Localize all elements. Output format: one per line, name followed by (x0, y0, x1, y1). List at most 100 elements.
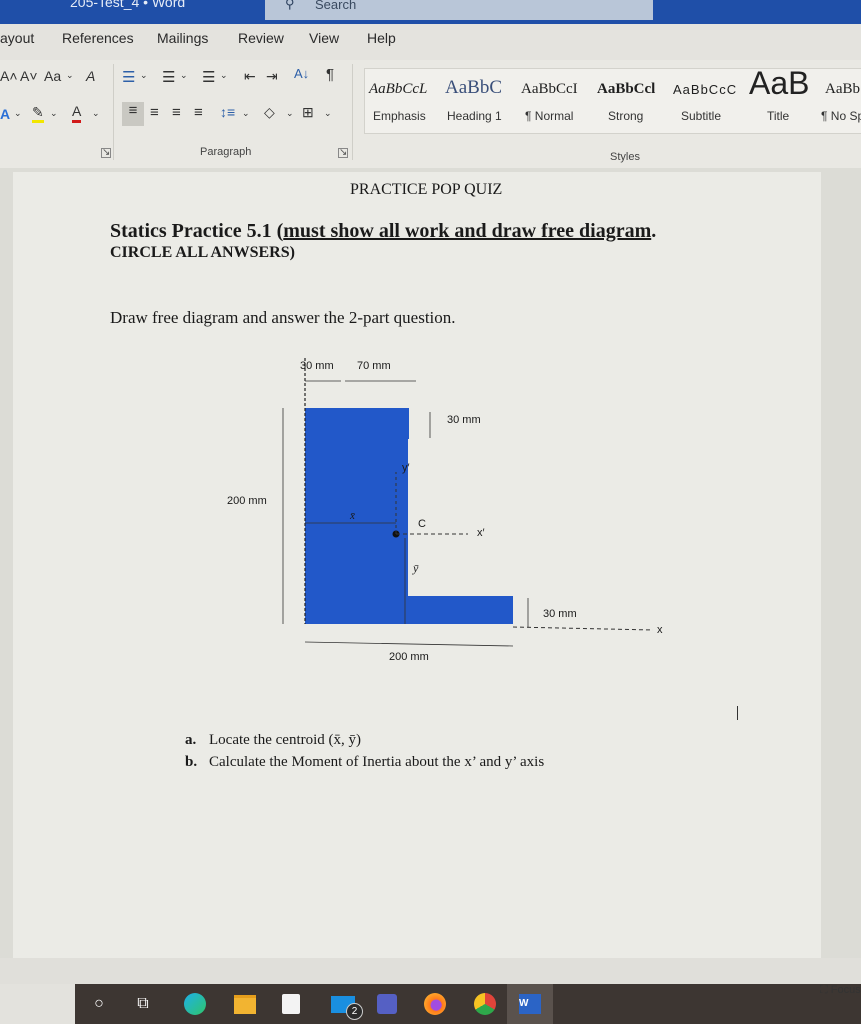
x-axis-line (512, 626, 654, 631)
mail-badge: 2 (346, 1003, 363, 1020)
style-preview-heading-1[interactable]: AaBbC (445, 77, 502, 99)
ribbon-tabs: ayout References Mailings Review View He… (0, 24, 861, 60)
document-page[interactable]: PRACTICE POP QUIZ Statics Practice 5.1 (… (13, 172, 821, 958)
centroid-label: C (418, 518, 426, 530)
style-no-spacing[interactable]: ¶ No Sp (821, 109, 861, 123)
style-preview-no-spacing[interactable]: AaBb (825, 81, 860, 98)
c-channel-diagram (282, 358, 654, 647)
x-axis-label: x (657, 624, 663, 636)
chevron-down-icon[interactable]: ⌄ (180, 70, 188, 81)
search-label: Search (315, 0, 357, 12)
shading-icon[interactable]: ◇ (264, 104, 275, 121)
style-title[interactable]: Title (767, 109, 789, 123)
chevron-down-icon[interactable]: ⌄ (14, 108, 22, 119)
shrink-font-button[interactable]: A˅ (20, 68, 38, 84)
chevron-down-icon[interactable]: ⌄ (324, 108, 332, 119)
question-a-text: Locate the centroid (x̄, ȳ) (209, 732, 362, 748)
paragraph-dialog-launcher-icon[interactable]: ↘ (338, 148, 348, 158)
justify-button[interactable]: ≡ (194, 104, 203, 121)
store-icon[interactable] (279, 992, 303, 1016)
edge-icon[interactable] (183, 992, 207, 1016)
style-preview-subtitle[interactable]: AaBbCcC (673, 82, 737, 97)
dim-label-top-right: 70 mm (357, 360, 391, 372)
question-b-text: Calculate the Moment of Inertia about th… (209, 754, 545, 770)
tab-review[interactable]: Review (238, 30, 284, 46)
style-preview-title[interactable]: AaB (749, 65, 809, 102)
y-bar-label: ȳ (413, 561, 419, 575)
grow-font-button[interactable]: A˄ (0, 68, 18, 84)
style-preview-emphasis[interactable]: AaBbCcL (369, 81, 427, 98)
paragraph-group-label: Paragraph (200, 146, 252, 158)
multilevel-list-icon[interactable]: ☰ (202, 68, 215, 86)
y-prime-axis-label: y′ (402, 462, 410, 474)
mail-icon[interactable]: 2 (331, 992, 363, 1020)
chevron-down-icon[interactable]: ⌄ (140, 70, 148, 81)
file-explorer-icon[interactable] (233, 992, 257, 1016)
chevron-down-icon[interactable]: ⌄ (286, 108, 294, 119)
style-preview-normal[interactable]: AaBbCcI (521, 81, 578, 98)
group-divider (352, 64, 353, 160)
change-case-button[interactable]: Aa (44, 68, 61, 84)
focus-mode-button[interactable]: ⛶ Focus (820, 984, 861, 997)
firefox-icon[interactable] (423, 992, 447, 1016)
font-color-button[interactable]: A (72, 102, 82, 123)
title-bar: 205-Test_4 • Word ⚲ Search (0, 0, 861, 24)
highlight-button[interactable]: ✎ (32, 104, 44, 123)
window-title: 205-Test_4 • Word (70, 0, 186, 10)
style-preview-strong[interactable]: AaBbCcl (597, 81, 655, 98)
show-formatting-marks-icon[interactable]: ¶ (326, 66, 334, 83)
increase-indent-icon[interactable]: ⇥ (266, 68, 278, 85)
chevron-down-icon[interactable]: ⌄ (92, 108, 100, 119)
ribbon: A˄ A˅ Aa ⌄ A A ⌄ ✎ ⌄ A ⌄ ↘ ☰ ⌄ ☰ ⌄ ☰ ⌄ ⇤… (0, 60, 861, 169)
tab-layout[interactable]: ayout (0, 30, 34, 46)
chrome-icon[interactable] (473, 992, 497, 1016)
styles-group-label: Styles (610, 151, 640, 163)
decrease-indent-icon[interactable]: ⇤ (244, 68, 256, 85)
align-center-button[interactable]: ≡ (150, 104, 159, 121)
dim-label-width: 200 mm (389, 651, 429, 663)
chevron-down-icon[interactable]: ⌄ (220, 70, 228, 81)
question-a: a. Locate the centroid (x̄, ȳ) (185, 732, 361, 749)
word-icon[interactable]: W (518, 992, 542, 1016)
tab-view[interactable]: View (309, 30, 339, 46)
line-spacing-icon[interactable]: ↕≡ (220, 104, 235, 120)
question-b: b. Calculate the Moment of Inertia about … (185, 754, 544, 771)
taskbar-search-area[interactable] (0, 984, 75, 1024)
word-taskbar-active[interactable]: W (507, 984, 553, 1024)
dim-label-bottom-flange: 30 mm (543, 608, 577, 620)
font-dialog-launcher-icon[interactable]: ↘ (101, 148, 111, 158)
status-bar (0, 958, 861, 984)
task-view-icon[interactable]: ⧉ (131, 992, 155, 1016)
bullets-icon[interactable]: ☰ (122, 68, 135, 86)
chevron-down-icon[interactable]: ⌄ (66, 70, 74, 81)
style-strong[interactable]: Strong (608, 109, 643, 123)
style-emphasis[interactable]: Emphasis (373, 109, 426, 123)
chevron-down-icon[interactable]: ⌄ (50, 108, 58, 119)
clear-formatting-button[interactable]: A (86, 68, 95, 84)
sort-icon[interactable]: A↓ (294, 66, 309, 81)
search-icon: ⚲ (285, 0, 295, 11)
tab-mailings[interactable]: Mailings (157, 30, 208, 46)
style-heading-1[interactable]: Heading 1 (447, 109, 502, 123)
x-bar-label: x̄ (350, 510, 355, 522)
c-channel-shape (305, 408, 513, 624)
borders-icon[interactable]: ⊞ (302, 104, 314, 121)
styles-gallery: AaBbCcL Emphasis AaBbC Heading 1 AaBbCcI… (364, 65, 861, 134)
align-left-button[interactable]: ≡ (122, 102, 144, 126)
numbering-icon[interactable]: ☰ (162, 68, 175, 86)
taskbar: ○ ⧉ 2 W (75, 984, 861, 1024)
text-effects-button[interactable]: A (0, 106, 10, 122)
teams-icon[interactable] (375, 992, 399, 1016)
style-normal[interactable]: ¶ Normal (525, 109, 573, 123)
question-a-marker: a. (185, 732, 197, 748)
cortana-icon[interactable]: ○ (87, 992, 111, 1016)
search-box[interactable]: ⚲ Search (265, 0, 653, 20)
align-right-button[interactable]: ≡ (172, 104, 181, 121)
focus-icon: ⛶ (820, 984, 831, 996)
dim-line-width (304, 641, 514, 647)
tab-references[interactable]: References (62, 30, 134, 46)
tab-help[interactable]: Help (367, 30, 396, 46)
chevron-down-icon[interactable]: ⌄ (242, 108, 250, 119)
question-b-marker: b. (185, 754, 198, 770)
style-subtitle[interactable]: Subtitle (681, 109, 721, 123)
